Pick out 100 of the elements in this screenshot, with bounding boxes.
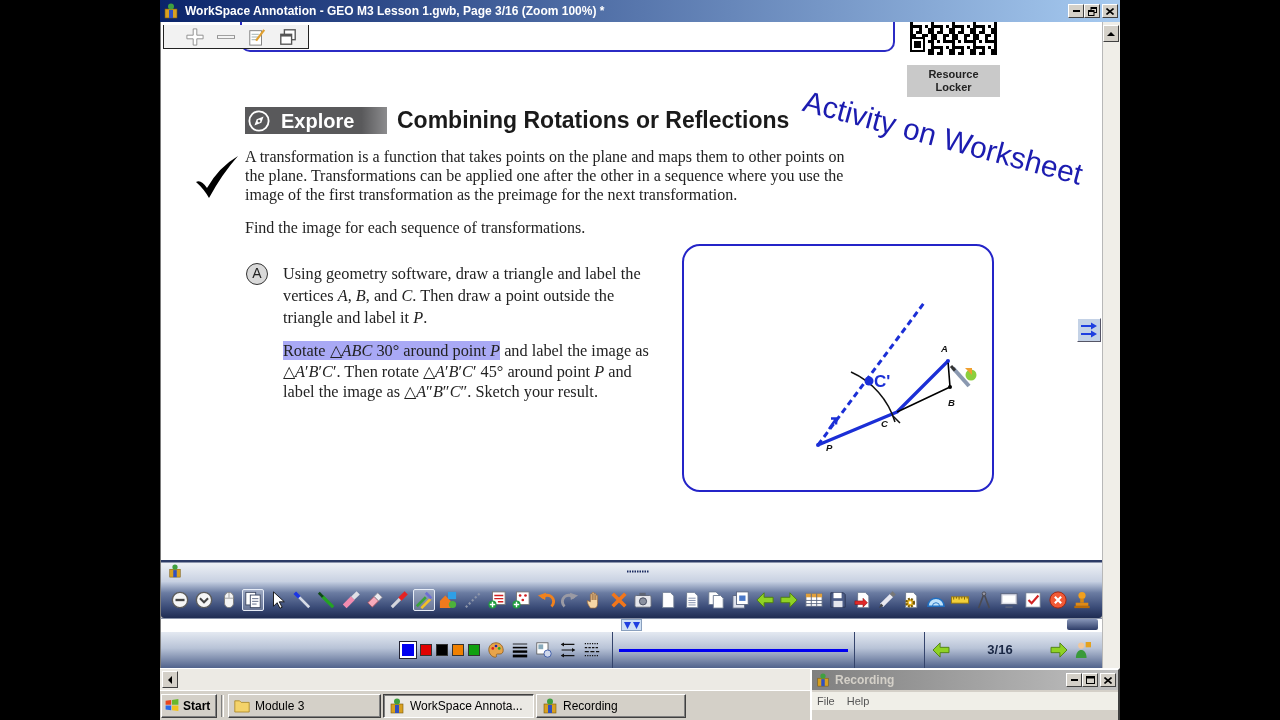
page-number: 3/16 [986, 641, 1014, 660]
shapes-icon [439, 591, 458, 609]
point-label: B [948, 397, 955, 408]
tool-button[interactable] [485, 589, 508, 611]
restore-button[interactable] [1084, 4, 1100, 18]
collapse-tab[interactable] [621, 619, 642, 631]
notepad-icon [248, 27, 266, 46]
fill-icon [536, 642, 552, 658]
point-label: C' [874, 372, 891, 391]
pages-icon [707, 591, 726, 609]
maximize-button[interactable] [1082, 673, 1098, 687]
menu-item[interactable]: Help [846, 692, 870, 710]
chevron-circle-icon [195, 591, 214, 609]
windows-flag-icon [164, 698, 180, 713]
tool-button[interactable] [364, 589, 386, 611]
app-icon [389, 697, 405, 714]
close-icon [1048, 591, 1067, 609]
resource-locker-label: Resource Locker [907, 65, 1000, 97]
palette-icon [488, 642, 504, 658]
taskbar-button[interactable]: Module 3 [228, 693, 381, 718]
app-icon [816, 673, 830, 687]
up-triangle-icon [1107, 31, 1115, 36]
compass-icon [248, 109, 270, 132]
screen-icon [999, 591, 1018, 609]
minimize-icon [1070, 679, 1078, 681]
wand-icon [292, 591, 311, 609]
section-heading: Combining Rotations or Reflections [397, 109, 790, 132]
right-arrow-icon [1050, 642, 1068, 658]
close-icon [1104, 676, 1112, 684]
left-arrow-icon [756, 591, 774, 609]
scroll-up-button[interactable] [1103, 25, 1119, 42]
minus-circle-icon [171, 591, 189, 609]
task-paragraph: Rotate △ABC 30° around point P and label the image as △A′B′C′. Then rotate △A′B′C′ 45° around point P and label the image as △A″B″C″. Sketch your result. [283, 341, 650, 403]
tool-button[interactable] [242, 589, 265, 611]
part-label: A [246, 263, 268, 285]
stack-icon [731, 591, 750, 609]
grip-icon [627, 569, 649, 573]
pen-icon [317, 591, 336, 609]
grid-icon [804, 591, 823, 609]
tool-button[interactable] [729, 589, 752, 611]
menu-item[interactable]: File [817, 692, 835, 710]
pages-icon [244, 591, 263, 609]
color-swatch-icon[interactable] [420, 644, 432, 656]
dotted-line-icon [463, 591, 482, 609]
marker-icon [390, 591, 409, 609]
app-icon [168, 563, 182, 579]
checkmark-icon [195, 155, 239, 199]
maximize-icon [1085, 676, 1095, 684]
intro-paragraph: A transformation is a function that takes points on the plane and maps them to other points on the plane. Transformations can be applied one after the other in a sequence where you use the image of the first transformation as the preimage for the next transformation. [245, 147, 846, 204]
previous-page-button[interactable] [932, 641, 950, 659]
tool-button[interactable] [510, 589, 533, 611]
color-swatch-icon[interactable] [436, 644, 448, 656]
eraser-icon [366, 591, 384, 609]
right-arrow-icon [780, 591, 799, 609]
checklist-icon [1024, 591, 1043, 609]
app-icon [163, 3, 179, 19]
close-button[interactable] [1102, 4, 1118, 18]
minimize-button[interactable] [1068, 4, 1084, 18]
double-triangle-icon [623, 621, 640, 629]
tool-button[interactable] [1046, 589, 1069, 611]
minimize-button[interactable] [1066, 673, 1082, 687]
undo-icon [536, 591, 555, 609]
restore-icon [1087, 6, 1097, 16]
windows-icon [279, 27, 297, 46]
edit-button[interactable] [247, 26, 267, 47]
camera-icon [634, 591, 653, 609]
close-button[interactable] [1100, 673, 1116, 687]
point-label: C [881, 418, 888, 429]
dots-plus-icon [512, 591, 531, 609]
taskbar-button[interactable]: Recording [536, 693, 686, 718]
line-weight-icon [512, 642, 528, 658]
app-icon [542, 697, 558, 714]
panel-handle[interactable] [1067, 619, 1098, 630]
color-swatch-icon[interactable] [468, 644, 480, 656]
export-icon [853, 591, 872, 609]
double-arrow-icon [1080, 322, 1098, 338]
window-title: WorkSpace Annotation - GEO M3 Lesson 1.gwb, Page 3/16 (Zoom 100%) * [185, 3, 605, 20]
windows-button[interactable] [278, 26, 298, 47]
pencil-icon [949, 365, 977, 388]
stamp-icon [1072, 591, 1091, 609]
start-button[interactable]: Start [161, 693, 217, 718]
instruction-text: Find the image for each sequence of transformations. [245, 218, 587, 237]
person-icon [1075, 641, 1091, 659]
folder-icon [234, 698, 250, 713]
window-title: Recording [835, 672, 895, 689]
taskbar-button[interactable]: WorkSpace Annota... [383, 693, 534, 718]
minimize-icon [1072, 10, 1080, 12]
line-ends-icon [560, 642, 576, 658]
color-swatch-icon[interactable] [452, 644, 464, 656]
minus-icon [217, 34, 235, 39]
tool-button[interactable] [388, 589, 411, 611]
tool-button[interactable] [169, 589, 191, 611]
left-arrow-icon [932, 642, 950, 658]
pencil-icon [877, 591, 896, 609]
highlighter-icon [341, 591, 360, 609]
dash-style-icon [584, 642, 600, 658]
lines-plus-icon [487, 591, 506, 609]
scroll-left-button[interactable] [162, 671, 178, 688]
section-label: Explore [281, 110, 355, 131]
redo-icon [561, 591, 579, 609]
